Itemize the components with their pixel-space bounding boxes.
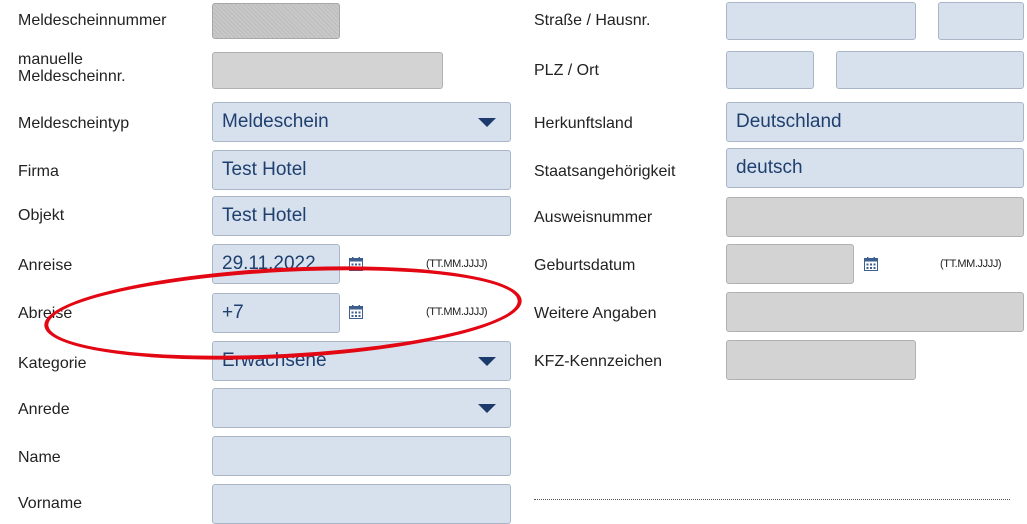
- objekt-label: Objekt: [18, 207, 65, 224]
- calendar-icon[interactable]: [349, 257, 363, 271]
- vorname-field[interactable]: [212, 484, 511, 524]
- manuelle-meldescheinnr-field[interactable]: [212, 52, 443, 89]
- manuelle-meldescheinnr-label: manuelle Meldescheinnr.: [18, 51, 126, 85]
- abreise-field[interactable]: +7: [212, 293, 340, 333]
- kategorie-value: Erwachsene: [222, 350, 327, 371]
- vorname-label: Vorname: [18, 495, 83, 512]
- anreise-format-hint: (TT.MM.JJJJ): [426, 258, 488, 270]
- geburtsdatum-label: Geburtsdatum: [534, 257, 636, 274]
- herkunftsland-label: Herkunftsland: [534, 115, 633, 132]
- hausnr-field[interactable]: [938, 2, 1024, 40]
- kfz-kennzeichen-label: KFZ-Kennzeichen: [534, 353, 663, 370]
- geburtsdatum-field[interactable]: [726, 244, 854, 284]
- plz-ort-label: PLZ / Ort: [534, 62, 599, 79]
- staatsangehoerigkeit-label: Staatsangehörigkeit: [534, 163, 676, 180]
- staatsangehoerigkeit-field[interactable]: deutsch: [726, 148, 1024, 188]
- weitere-angaben-label: Weitere Angaben: [534, 305, 657, 322]
- firma-label: Firma: [18, 163, 59, 180]
- name-label: Name: [18, 449, 61, 466]
- plz-field[interactable]: [726, 51, 814, 89]
- anrede-label: Anrede: [18, 401, 70, 418]
- herkunftsland-field[interactable]: Deutschland: [726, 102, 1024, 142]
- meldescheinnummer-field[interactable]: [212, 3, 340, 39]
- meldescheinnummer-label: Meldescheinnummer: [18, 12, 167, 29]
- ausweisnummer-label: Ausweisnummer: [534, 209, 653, 226]
- anreise-label: Anreise: [18, 257, 73, 274]
- anreise-field[interactable]: 29.11.2022: [212, 244, 340, 284]
- anrede-select[interactable]: [212, 388, 511, 428]
- meldescheintyp-label: Meldescheintyp: [18, 115, 130, 132]
- abreise-format-hint: (TT.MM.JJJJ): [426, 306, 488, 318]
- meldescheintyp-value: Meldeschein: [222, 111, 329, 132]
- chevron-down-icon[interactable]: [478, 404, 496, 413]
- chevron-down-icon[interactable]: [478, 118, 496, 127]
- ausweisnummer-field[interactable]: [726, 197, 1024, 237]
- manuelle-label-line1: manuelle: [18, 51, 83, 68]
- abreise-label: Abreise: [18, 305, 73, 322]
- kategorie-select[interactable]: Erwachsene: [212, 341, 511, 381]
- geburtsdatum-format-hint: (TT.MM.JJJJ): [940, 258, 1002, 270]
- ort-field[interactable]: [836, 51, 1024, 89]
- meldescheintyp-select[interactable]: Meldeschein: [212, 102, 511, 142]
- kfz-kennzeichen-field[interactable]: [726, 340, 916, 380]
- strasse-field[interactable]: [726, 2, 916, 40]
- kategorie-label: Kategorie: [18, 355, 87, 372]
- weitere-angaben-field[interactable]: [726, 292, 1024, 332]
- firma-field[interactable]: Test Hotel: [212, 150, 511, 190]
- calendar-icon[interactable]: [864, 257, 878, 271]
- objekt-field[interactable]: Test Hotel: [212, 196, 511, 236]
- calendar-icon[interactable]: [349, 305, 363, 319]
- divider: [534, 499, 1010, 500]
- manuelle-label-line2: Meldescheinnr.: [18, 68, 126, 85]
- strasse-label: Straße / Hausnr.: [534, 12, 651, 29]
- name-field[interactable]: [212, 436, 511, 476]
- chevron-down-icon[interactable]: [478, 357, 496, 366]
